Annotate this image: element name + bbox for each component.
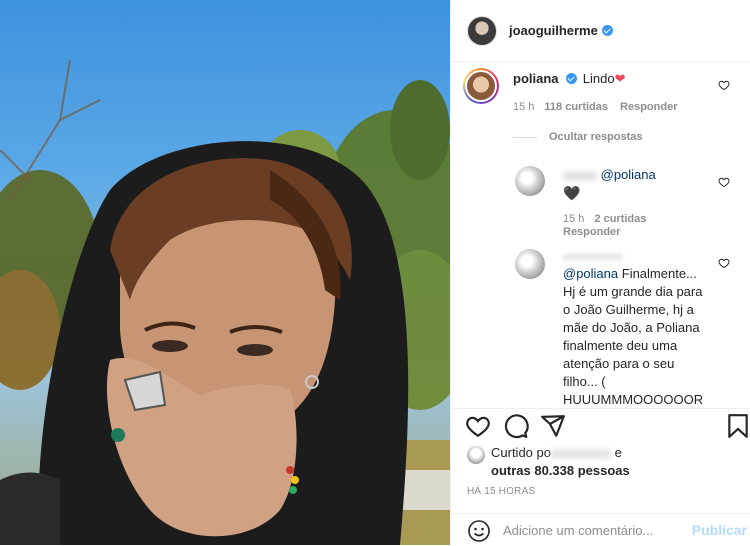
selfie-illustration (0, 59, 450, 545)
reply-avatar[interactable] (515, 166, 545, 196)
reply-text-line: filho... ( (563, 374, 606, 389)
reply-text-line: o João Guilherme, hj a (563, 302, 694, 317)
author-avatar[interactable] (467, 15, 497, 46)
obscured-username (563, 253, 623, 260)
author-username[interactable]: joaoguilherme (509, 23, 598, 38)
comment-time[interactable]: 15 h (513, 101, 534, 113)
obscured-username (550, 448, 611, 459)
red-heart-icon: ❤ (614, 71, 626, 86)
publish-button[interactable]: Publicar (692, 522, 747, 538)
reply: @poliana Finalmente... Hj é um grande di… (451, 245, 750, 407)
like-comment-heart-icon[interactable] (718, 79, 730, 91)
bookmark-icon[interactable] (725, 413, 750, 439)
commenter-avatar[interactable] (463, 68, 499, 104)
emoji-icon[interactable] (467, 519, 491, 543)
mention-link[interactable]: @poliana (601, 167, 656, 182)
comments-list: poliana Lindo❤ 15 h 118 curtidas Responder… (451, 63, 750, 408)
mention-link[interactable]: @poliana (563, 266, 618, 281)
comment-icon[interactable] (503, 413, 529, 439)
reply-button[interactable]: Responder (620, 101, 677, 113)
verified-icon (601, 25, 613, 36)
post-header: joaoguilherme (451, 0, 750, 62)
reply-likes[interactable]: 2 curtidas (594, 213, 646, 225)
share-icon[interactable] (540, 413, 566, 439)
liked-by-prefix: Curtido po (491, 445, 551, 460)
liked-by-others[interactable]: outras 80.338 pessoas (491, 462, 630, 480)
hide-replies-toggle[interactable]: Ocultar respostas (513, 131, 643, 143)
reply-time[interactable]: 15 h (563, 213, 584, 225)
liked-by-suffix: e (610, 445, 622, 460)
verified-icon (566, 73, 578, 84)
liked-by: Curtido po e outras 80.338 pessoas (467, 444, 630, 480)
black-heart-icon: 🖤 (563, 185, 581, 201)
reply-text-line: finalmente deu uma (563, 338, 678, 353)
comment-input[interactable]: Adicione um comentário... (503, 523, 653, 538)
post-actions: Curtido po e outras 80.338 pessoas HÁ 15… (451, 408, 750, 545)
post-side-panel: joaoguilherme poliana Lindo❤ 15 h 118 cur… (450, 0, 750, 545)
liked-by-avatar[interactable] (467, 446, 485, 464)
reply-text-line: atenção para o seu (563, 356, 675, 371)
heart-icon[interactable] (465, 413, 491, 439)
action-icon-row (465, 413, 750, 445)
comment-likes[interactable]: 118 curtidas (544, 101, 608, 113)
like-comment-heart-icon[interactable] (718, 257, 730, 269)
reply-text-line: Hj é um grande dia para (563, 284, 703, 299)
reply-text-line: HUUUMMMOOOOOOR (563, 392, 704, 407)
obscured-username (563, 170, 597, 181)
reply: @poliana 🖤 15 h 2 curtidas Responder (451, 158, 750, 243)
comment-text: Lindo (582, 71, 615, 86)
add-comment-bar: Adicione um comentário... Publicar (451, 513, 750, 546)
like-comment-heart-icon[interactable] (718, 176, 730, 188)
reply-button[interactable]: Responder (563, 226, 620, 238)
post-photo[interactable] (0, 0, 450, 545)
comment-username[interactable]: poliana (513, 71, 559, 86)
reply-text-line: Finalmente... (621, 266, 697, 281)
post-time-ago[interactable]: HÁ 15 HORAS (467, 486, 535, 497)
reply-avatar[interactable] (515, 249, 545, 279)
reply-text-line: mãe do João, a Poliana (563, 320, 700, 335)
